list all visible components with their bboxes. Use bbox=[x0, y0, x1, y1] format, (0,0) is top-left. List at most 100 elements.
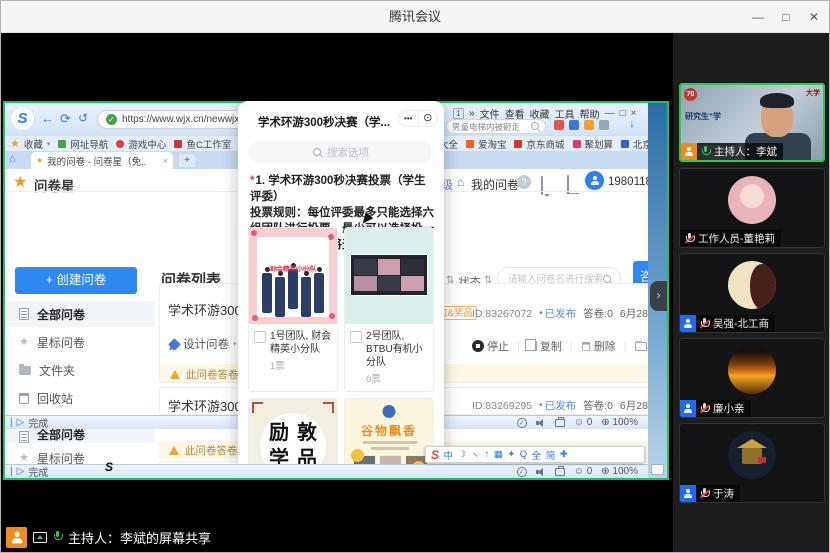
vote-option-2[interactable]: 2号团队, BTBU有机小分队 0票 bbox=[344, 227, 434, 392]
bookmark-taobao[interactable]: 爱淘宝 bbox=[466, 137, 507, 151]
bookmark-juhuasuan[interactable]: 聚划算 bbox=[573, 137, 614, 151]
ime-mode-cn[interactable]: 中 bbox=[444, 448, 454, 462]
extension-icon[interactable] bbox=[554, 120, 564, 130]
vote-option-3[interactable]: 励 敦 学 品 bbox=[248, 398, 338, 467]
bookmark-favorites[interactable]: ★ 收藏 ▾ bbox=[10, 137, 50, 151]
check-icon[interactable]: ✓ bbox=[517, 418, 527, 428]
ime-halfmoon-icon[interactable]: ☽ bbox=[458, 449, 467, 460]
option-2-row[interactable]: 2号团队, BTBU有机小分队 bbox=[345, 324, 433, 371]
participant-label: 主持人：李斌 bbox=[681, 143, 783, 160]
design-survey-button[interactable]: 设计问卷 ▾ bbox=[170, 336, 237, 352]
help-icon[interactable]: ? bbox=[517, 175, 531, 189]
ime-search-icon[interactable]: Q bbox=[520, 449, 527, 460]
close-button[interactable]: ✕ bbox=[801, 1, 827, 33]
bookmark-nav[interactable]: 网址导航 bbox=[58, 137, 108, 151]
decoration bbox=[685, 234, 695, 243]
zoom-control[interactable]: ⊕ 100% bbox=[601, 466, 638, 477]
undo-icon[interactable]: ↺ bbox=[78, 111, 88, 125]
emoji-counter[interactable]: ☺ 0 bbox=[574, 466, 593, 477]
browser-search-box[interactable]: 男童电梯内被砸走 bbox=[446, 119, 546, 134]
emoji-counter[interactable]: ☺ 0 bbox=[574, 417, 593, 428]
ime-full-icon[interactable]: 全 bbox=[532, 448, 542, 462]
more-chevron-icon[interactable]: » bbox=[469, 108, 475, 119]
sidebar-item-all-surveys[interactable]: 全部问卷 bbox=[5, 429, 155, 443]
share-banner: 主持人：李斌的屏幕共享 bbox=[1, 522, 673, 552]
ime-tools-icon[interactable]: ✚ bbox=[560, 449, 568, 460]
participant-label: 吴强-北工商 bbox=[680, 315, 775, 332]
checkbox[interactable] bbox=[350, 331, 362, 343]
home-icon[interactable]: ⌂ bbox=[9, 153, 16, 165]
play-icon: ▷ bbox=[17, 466, 25, 477]
ime-keyboard-icon[interactable]: ▦ bbox=[494, 449, 503, 460]
avatar[interactable] bbox=[585, 171, 604, 190]
download-icon[interactable]: ↓ bbox=[629, 116, 635, 130]
bookmark-game-center[interactable]: 游戏中心 bbox=[116, 137, 166, 151]
sidebar-item-folders[interactable]: 文件夹 bbox=[5, 357, 155, 383]
bookmark-jd[interactable]: 京东商城 bbox=[514, 137, 564, 151]
slide-corner-text: 大学 bbox=[806, 88, 820, 98]
browser-maximize-button[interactable]: □ bbox=[620, 108, 626, 119]
participant-tile[interactable]: 廉小亲 bbox=[679, 338, 825, 418]
home-icon[interactable]: ⌂ bbox=[457, 175, 464, 189]
browser-minimize-button[interactable]: — bbox=[605, 108, 615, 119]
favicon bbox=[573, 140, 581, 148]
sogou-ime-bar[interactable]: S 中 ☽ 丶 ↑ ▦ ✦ Q 全 简 ✚ bbox=[425, 446, 645, 463]
participant-tile-host[interactable]: 70 大学 研究生“学 主持人：李斌 bbox=[679, 83, 825, 162]
design-label: 设计问卷 bbox=[183, 336, 229, 352]
avatar bbox=[728, 431, 776, 479]
create-survey-button[interactable]: + 创建问卷 bbox=[15, 267, 137, 294]
option-1-row[interactable]: 1号团队, 财会精英小分队 bbox=[249, 324, 337, 358]
ime-punct-icon[interactable]: 丶 bbox=[471, 448, 481, 462]
ime-symbol-icon[interactable]: ✦ bbox=[507, 449, 515, 460]
capsule-close-icon[interactable]: ⊙ bbox=[418, 111, 438, 126]
browser-tab-active[interactable]: ★ 我的问卷 - 问卷星（免.. × bbox=[31, 152, 173, 169]
vote-option-1[interactable]: 财/会/精/英/小/分/队 1号团队, 财会精英小分队 1票 bbox=[248, 227, 338, 392]
participant-tile[interactable]: 于涛 bbox=[679, 423, 825, 503]
menu-tools[interactable]: 工具 bbox=[555, 106, 575, 121]
vote-option-4[interactable]: 谷物飘香 bbox=[344, 398, 434, 467]
stop-action[interactable]: 停止 bbox=[472, 338, 509, 354]
delete-action[interactable]: 删除 bbox=[581, 338, 616, 354]
toolbox-icon[interactable] bbox=[555, 468, 565, 476]
feedback-bubble-icon[interactable] bbox=[651, 464, 664, 475]
mic-on-icon bbox=[53, 531, 62, 543]
answer-count: 答卷:0 bbox=[583, 306, 613, 321]
extension-icon[interactable] bbox=[569, 120, 579, 130]
checkbox[interactable] bbox=[254, 331, 266, 343]
bookmark-fishc[interactable]: 鱼C工作室 bbox=[174, 137, 231, 151]
key-icon[interactable] bbox=[584, 120, 594, 130]
ime-simplified-icon[interactable]: 简 bbox=[546, 448, 556, 462]
wjx-brand[interactable]: 问卷星 bbox=[34, 175, 75, 195]
divider: | bbox=[570, 340, 573, 352]
back-icon[interactable]: ← bbox=[41, 111, 54, 126]
participant-tile[interactable]: 工作人员-董艳莉 bbox=[679, 168, 825, 248]
extension-icon[interactable] bbox=[599, 120, 609, 130]
speaker-icon[interactable] bbox=[536, 419, 546, 427]
option-2-votes: 0票 bbox=[345, 371, 433, 391]
speaker-icon[interactable] bbox=[536, 468, 546, 476]
message-icon[interactable] bbox=[541, 176, 543, 195]
minimize-button[interactable]: — bbox=[745, 1, 771, 33]
check-icon[interactable]: ✓ bbox=[517, 467, 527, 477]
toolbox-icon[interactable] bbox=[555, 419, 565, 427]
participant-tile[interactable]: 吴强-北工商 bbox=[679, 253, 825, 333]
option-search-field[interactable]: 搜索选项 bbox=[250, 141, 432, 163]
refresh-icon[interactable]: ⟳ bbox=[60, 111, 71, 127]
decoration bbox=[378, 276, 401, 292]
menu-help[interactable]: 帮助 bbox=[580, 106, 600, 121]
tab-close-icon[interactable]: × bbox=[163, 156, 168, 166]
new-tab-button[interactable]: + bbox=[179, 154, 195, 167]
collapse-arrow[interactable]: › bbox=[650, 281, 667, 311]
zoom-control[interactable]: ⊕ 100% bbox=[601, 417, 638, 428]
more-options-icon[interactable]: ••• bbox=[399, 111, 418, 126]
sidebar-item-trash[interactable]: 回收站 bbox=[5, 385, 155, 411]
sidebar-item-starred[interactable]: ★ 星标问卷 bbox=[5, 329, 155, 355]
sidebar-item-all-surveys[interactable]: 全部问卷 bbox=[5, 301, 155, 327]
decoration bbox=[251, 230, 257, 236]
copy-action[interactable]: 复制 bbox=[528, 338, 562, 354]
option-1-label: 1号团队, 财会精英小分队 bbox=[270, 330, 332, 356]
ime-mic-icon[interactable]: ↑ bbox=[485, 449, 490, 460]
maximize-button[interactable]: □ bbox=[773, 1, 799, 33]
toolbar-extension-icons bbox=[554, 120, 609, 130]
star-icon: ★ bbox=[10, 139, 20, 149]
